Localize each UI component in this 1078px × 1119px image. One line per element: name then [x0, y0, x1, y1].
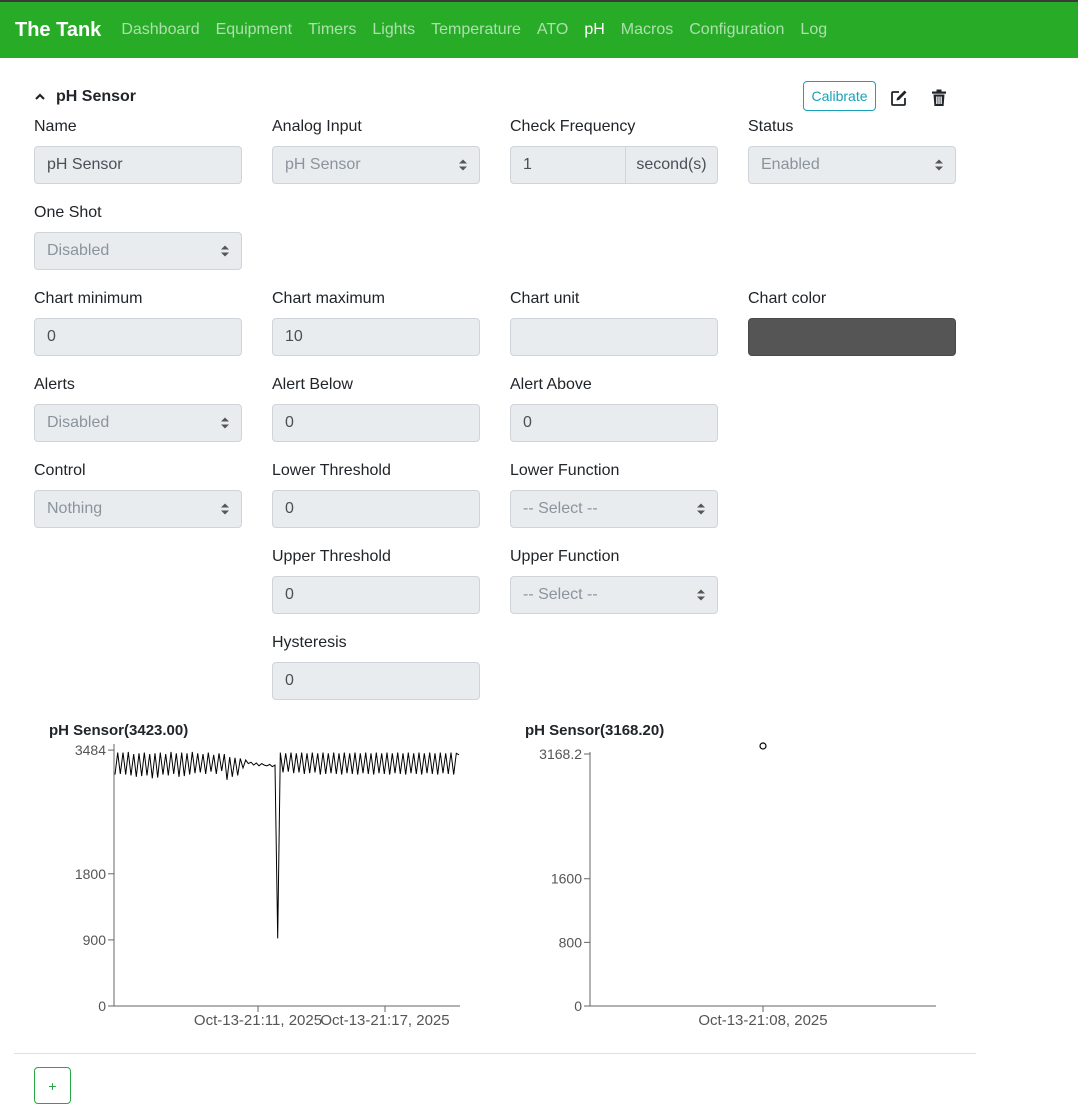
navbar: The Tank Dashboard Equipment Timers Ligh… — [0, 0, 1078, 58]
chart-unit-input[interactable] — [510, 318, 718, 356]
chevron-up-icon[interactable] — [34, 89, 56, 105]
lower-function-select[interactable]: -- Select -- — [510, 490, 718, 528]
chart-minimum-label: Chart minimum — [34, 290, 143, 307]
nav-macros[interactable]: Macros — [617, 21, 677, 39]
hysteresis-label: Hysteresis — [272, 634, 347, 651]
chart-title: pH Sensor(3423.00) — [49, 722, 188, 739]
one-shot-value: Disabled — [47, 242, 110, 259]
ph-sensor-chart-1: pH Sensor(3423.00) 0 900 1800 3484 Oct-13-21:… — [40, 716, 480, 1036]
upper-function-select[interactable]: -- Select -- — [510, 576, 718, 614]
section-title: pH Sensor — [56, 88, 137, 105]
brand[interactable]: The Tank — [15, 19, 101, 42]
nav-configuration[interactable]: Configuration — [685, 21, 788, 39]
x-tick-label: Oct-13-21:17, 2025 — [320, 1012, 449, 1029]
calibrate-button[interactable]: Calibrate — [803, 81, 876, 111]
sort-caret-icon — [935, 159, 943, 171]
sort-caret-icon — [697, 589, 705, 601]
alert-above-label: Alert Above — [510, 376, 592, 393]
analog-input-label: Analog Input — [272, 118, 362, 135]
nav-dashboard[interactable]: Dashboard — [117, 21, 203, 39]
nav-lights[interactable]: Lights — [368, 21, 419, 39]
one-shot-label: One Shot — [34, 204, 102, 221]
status-value: Enabled — [761, 156, 820, 173]
chart-title: pH Sensor(3168.20) — [525, 722, 664, 739]
chart-minimum-input[interactable]: 0 — [34, 318, 242, 356]
status-label: Status — [748, 118, 794, 135]
alert-below-label: Alert Below — [272, 376, 353, 393]
upper-threshold-label: Upper Threshold — [272, 548, 391, 565]
status-select[interactable]: Enabled — [748, 146, 956, 184]
lower-function-label: Lower Function — [510, 462, 620, 479]
nav-ph[interactable]: pH — [580, 21, 608, 39]
check-frequency-input-group: 1 second(s) — [510, 146, 718, 184]
alerts-label: Alerts — [34, 376, 75, 393]
nav-equipment[interactable]: Equipment — [212, 21, 297, 39]
ph-sensor-scatter-chart: pH Sensor(3168.20) 0 800 1600 3168.2 Oct-13-2… — [525, 722, 936, 1029]
alerts-select[interactable]: Disabled — [34, 404, 242, 442]
chart-color-swatch[interactable] — [748, 318, 956, 356]
y-tick-label: 1800 — [75, 866, 106, 882]
alert-above-input[interactable]: 0 — [510, 404, 718, 442]
control-label: Control — [34, 462, 86, 479]
upper-function-value: -- Select -- — [523, 586, 598, 603]
control-value: Nothing — [47, 500, 103, 517]
y-tick-label: 3168.2 — [539, 746, 582, 762]
y-tick-label: 0 — [98, 998, 106, 1014]
check-frequency-input[interactable]: 1 — [511, 147, 626, 183]
one-shot-select[interactable]: Disabled — [34, 232, 242, 270]
nav-ato[interactable]: ATO — [533, 21, 572, 39]
chart-unit-label: Chart unit — [510, 290, 580, 307]
analog-input-select[interactable]: pH Sensor — [272, 146, 480, 184]
chart-color-label: Chart color — [748, 290, 827, 307]
chart-maximum-label: Chart maximum — [272, 290, 385, 307]
sort-caret-icon — [459, 159, 467, 171]
nav-log[interactable]: Log — [796, 21, 831, 39]
x-tick-label: Oct-13-21:11, 2025 — [194, 1012, 322, 1029]
chart-maximum-input[interactable]: 10 — [272, 318, 480, 356]
series-line — [114, 751, 460, 939]
upper-threshold-input[interactable]: 0 — [272, 576, 480, 614]
ph-sensor-line-chart: pH Sensor(3423.00) 0 900 1800 3484 Oct-13-21:… — [49, 722, 460, 1029]
sort-caret-icon — [221, 245, 229, 257]
y-tick-label: 900 — [83, 932, 107, 948]
check-frequency-label: Check Frequency — [510, 118, 636, 135]
upper-function-label: Upper Function — [510, 548, 620, 565]
control-select[interactable]: Nothing — [34, 490, 242, 528]
name-label: Name — [34, 118, 77, 135]
hysteresis-input[interactable]: 0 — [272, 662, 480, 700]
sort-caret-icon — [697, 503, 705, 515]
name-input[interactable]: pH Sensor — [34, 146, 242, 184]
alerts-value: Disabled — [47, 414, 110, 431]
lower-threshold-input[interactable]: 0 — [272, 490, 480, 528]
lower-function-value: -- Select -- — [523, 500, 598, 517]
edit-icon[interactable] — [889, 87, 911, 109]
lower-threshold-label: Lower Threshold — [272, 462, 391, 479]
alert-below-input[interactable]: 0 — [272, 404, 480, 442]
sort-caret-icon — [221, 503, 229, 515]
add-sensor-button[interactable]: + — [34, 1067, 71, 1104]
x-tick-label: Oct-13-21:08, 2025 — [698, 1012, 827, 1029]
nav-timers[interactable]: Timers — [304, 21, 360, 39]
trash-icon[interactable] — [929, 87, 951, 109]
y-tick-label: 1600 — [551, 871, 582, 887]
ph-sensor-chart-2: pH Sensor(3168.20) 0 800 1600 3168.2 Oct-13-2… — [516, 716, 956, 1036]
y-tick-label: 3484 — [75, 742, 106, 758]
y-tick-label: 800 — [559, 934, 583, 950]
sort-caret-icon — [221, 417, 229, 429]
y-tick-label: 0 — [574, 998, 582, 1014]
analog-input-value: pH Sensor — [285, 156, 361, 173]
divider — [14, 1053, 976, 1054]
section-header[interactable]: pH Sensor — [34, 86, 136, 108]
check-frequency-unit: second(s) — [636, 156, 707, 173]
nav-temperature[interactable]: Temperature — [427, 21, 525, 39]
data-point — [759, 742, 767, 750]
